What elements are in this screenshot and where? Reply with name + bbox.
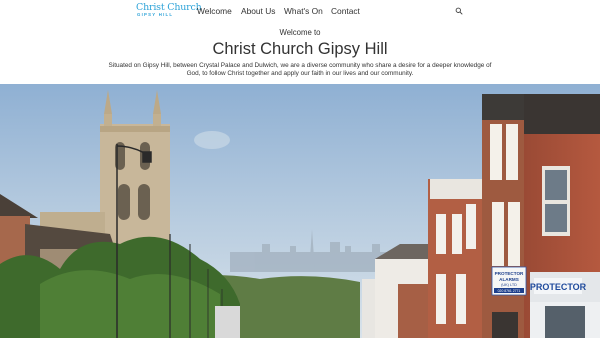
nav-item-welcome[interactable]: Welcome — [197, 5, 232, 17]
logo-subtitle: GIPSY HILL — [137, 12, 174, 17]
logo-name: Christ Church — [136, 2, 202, 13]
alarm-sign-line3: (UK) LTD — [501, 283, 517, 287]
search-icon[interactable] — [455, 7, 463, 15]
shop-sign-text: PROTECTOR — [530, 282, 587, 292]
intro-description: Situated on Gipsy Hill, between Crystal … — [108, 62, 492, 77]
shop-sign: PROTECTOR — [530, 278, 587, 294]
alarm-sign: PROTECTOR ALARMS (UK) LTD 020 8761 2771 — [491, 266, 527, 296]
nav-item-contact[interactable]: Contact — [331, 5, 360, 17]
page-title: Christ Church Gipsy Hill — [212, 40, 388, 58]
alarm-sign-phone: 020 8761 2771 — [498, 289, 521, 293]
site-header: Christ Church GIPSY HILL Welcome About U… — [0, 0, 600, 22]
intro-section: Welcome to Christ Church Gipsy Hill Situ… — [0, 22, 600, 84]
site-logo[interactable]: Christ Church GIPSY HILL — [136, 3, 202, 17]
nav-item-about-us[interactable]: About Us — [241, 5, 275, 17]
hero-photo-illustration: PROTECTOR ALARMS (UK) LTD 020 8761 2771 … — [0, 84, 600, 338]
alarm-sign-line2: ALARMS — [499, 277, 519, 282]
hero-image: PROTECTOR ALARMS (UK) LTD 020 8761 2771 … — [0, 84, 600, 338]
nav-item-whats-on[interactable]: What's On — [284, 5, 323, 17]
welcome-text: Welcome to — [279, 28, 321, 37]
alarm-sign-line1: PROTECTOR — [495, 271, 524, 276]
